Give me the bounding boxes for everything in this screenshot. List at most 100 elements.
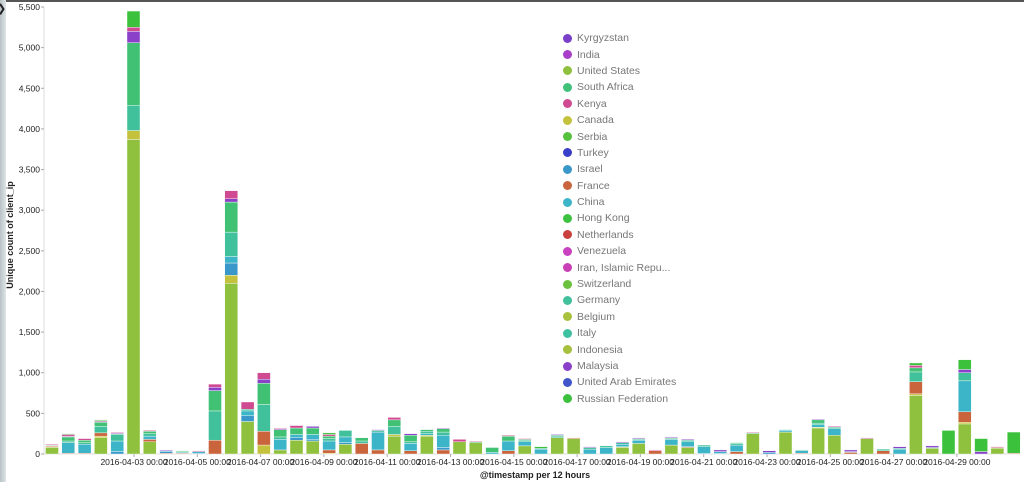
bar-segment xyxy=(566,438,581,455)
bar-segment xyxy=(257,431,271,446)
legend-item[interactable]: Germany xyxy=(563,292,676,308)
legend-label: Kyrgyzstan xyxy=(577,32,629,45)
stacked-bar-chart: 0 500 1,000 1,500 2,000 2,500 3,000 3,500 4,000 4… xyxy=(19,2,1021,467)
legend-item[interactable]: South Africa xyxy=(563,79,676,95)
bar-segment xyxy=(811,418,825,421)
x-tick-label: 2016-04-17 00:00 xyxy=(544,457,611,467)
bar-segment xyxy=(958,372,972,382)
legend-dot-icon xyxy=(563,377,572,387)
bar-segment xyxy=(501,435,516,442)
bar-segment xyxy=(534,448,548,455)
bar-segment xyxy=(240,409,255,412)
bar-segment xyxy=(94,426,108,434)
bar-segment xyxy=(436,449,450,455)
bar-segment xyxy=(811,422,825,425)
bar-segment xyxy=(632,437,646,439)
bar-segment xyxy=(257,444,271,455)
legend-item[interactable]: Hong Kong xyxy=(563,210,676,226)
bar-segment xyxy=(387,434,401,437)
bar-segment xyxy=(191,451,206,454)
bar-segment xyxy=(306,439,320,442)
bar-segment xyxy=(909,371,923,382)
y-tick-label: 4,500 xyxy=(19,83,41,93)
legend-dot-icon xyxy=(563,230,572,240)
bar-segment xyxy=(599,445,613,448)
legend-label: Iran, Islamic Repu... xyxy=(577,261,671,274)
bar-segment xyxy=(208,383,222,388)
bar-segment xyxy=(355,440,369,444)
legend-item[interactable]: Malaysia xyxy=(563,358,676,374)
bar-segment xyxy=(420,429,434,432)
legend-label: Canada xyxy=(577,114,614,127)
bar-segment xyxy=(355,443,369,455)
bar-segment xyxy=(338,444,353,455)
bar-segment xyxy=(77,442,92,445)
bar-segment xyxy=(697,446,711,454)
bar-segment xyxy=(224,190,239,200)
bar-segment xyxy=(648,450,662,455)
bar-segment xyxy=(420,433,434,436)
bar-segment xyxy=(681,447,695,455)
legend-item[interactable]: Turkey xyxy=(563,145,676,161)
legend-item[interactable]: United Arab Emirates xyxy=(563,374,676,390)
bar-segment xyxy=(61,442,75,454)
legend-item[interactable]: United States xyxy=(563,63,676,79)
bar-segment xyxy=(681,441,695,447)
bar-segment xyxy=(322,438,336,442)
legend-item[interactable]: Indonesia xyxy=(563,341,676,357)
legend-item[interactable]: Iran, Islamic Repu... xyxy=(563,259,676,275)
bar-segment xyxy=(322,434,336,437)
bar-segment xyxy=(469,440,483,443)
legend-dot-icon xyxy=(563,99,572,109)
legend-item[interactable]: China xyxy=(563,194,676,210)
bar-segment xyxy=(436,427,450,430)
bar-segment xyxy=(469,442,483,455)
legend-item[interactable]: Serbia xyxy=(563,128,676,144)
bar-segment xyxy=(77,444,92,454)
legend-item[interactable]: Switzerland xyxy=(563,276,676,292)
bar-segment xyxy=(518,441,532,447)
legend-item[interactable]: Netherlands xyxy=(563,227,676,243)
bar-segment xyxy=(941,430,956,455)
legend-item[interactable]: France xyxy=(563,178,676,194)
bar-segment xyxy=(61,436,75,442)
bar-segment xyxy=(615,441,630,443)
bar-segment xyxy=(322,432,336,435)
legend-item[interactable]: Israel xyxy=(563,161,676,177)
legend-label: Switzerland xyxy=(577,278,632,291)
bar-segment xyxy=(143,431,157,434)
bar-segment xyxy=(909,395,923,455)
bar-segment xyxy=(257,404,271,432)
legend-item[interactable]: Belgium xyxy=(563,309,676,325)
legend-dot-icon xyxy=(563,164,572,174)
bar-segment xyxy=(501,450,516,455)
legend-item[interactable]: Italy xyxy=(563,325,676,341)
bar-segment xyxy=(224,231,239,257)
legend-label: Italy xyxy=(577,327,597,340)
bar-segment xyxy=(501,435,516,437)
legend-item[interactable]: Russian Federation xyxy=(563,391,676,407)
bar-segment xyxy=(77,439,92,443)
bar-segment xyxy=(126,105,141,131)
bar-segment xyxy=(811,424,825,428)
legend-item[interactable]: Kenya xyxy=(563,96,676,112)
bar-segment xyxy=(289,425,304,429)
bar-segment xyxy=(746,431,760,434)
bar-segment xyxy=(45,447,59,455)
y-tick-label: 3,000 xyxy=(19,205,41,215)
bar-segment xyxy=(322,440,336,451)
bar-segment xyxy=(224,275,239,284)
bar-segment xyxy=(550,434,564,436)
bar-segment xyxy=(501,440,516,451)
bar-segment xyxy=(762,450,776,453)
bar-segment xyxy=(61,434,75,437)
bar-segment xyxy=(1007,431,1021,454)
bar-segment xyxy=(534,446,548,449)
legend-item[interactable]: Kyrgyzstan xyxy=(563,30,676,46)
bar-segment xyxy=(485,452,499,455)
x-tick-label: 2016-04-15 00:00 xyxy=(480,457,547,467)
legend-item[interactable]: Venezuela xyxy=(563,243,676,259)
legend-label: South Africa xyxy=(577,81,634,94)
legend-item[interactable]: Canada xyxy=(563,112,676,128)
legend-item[interactable]: India xyxy=(563,46,676,62)
